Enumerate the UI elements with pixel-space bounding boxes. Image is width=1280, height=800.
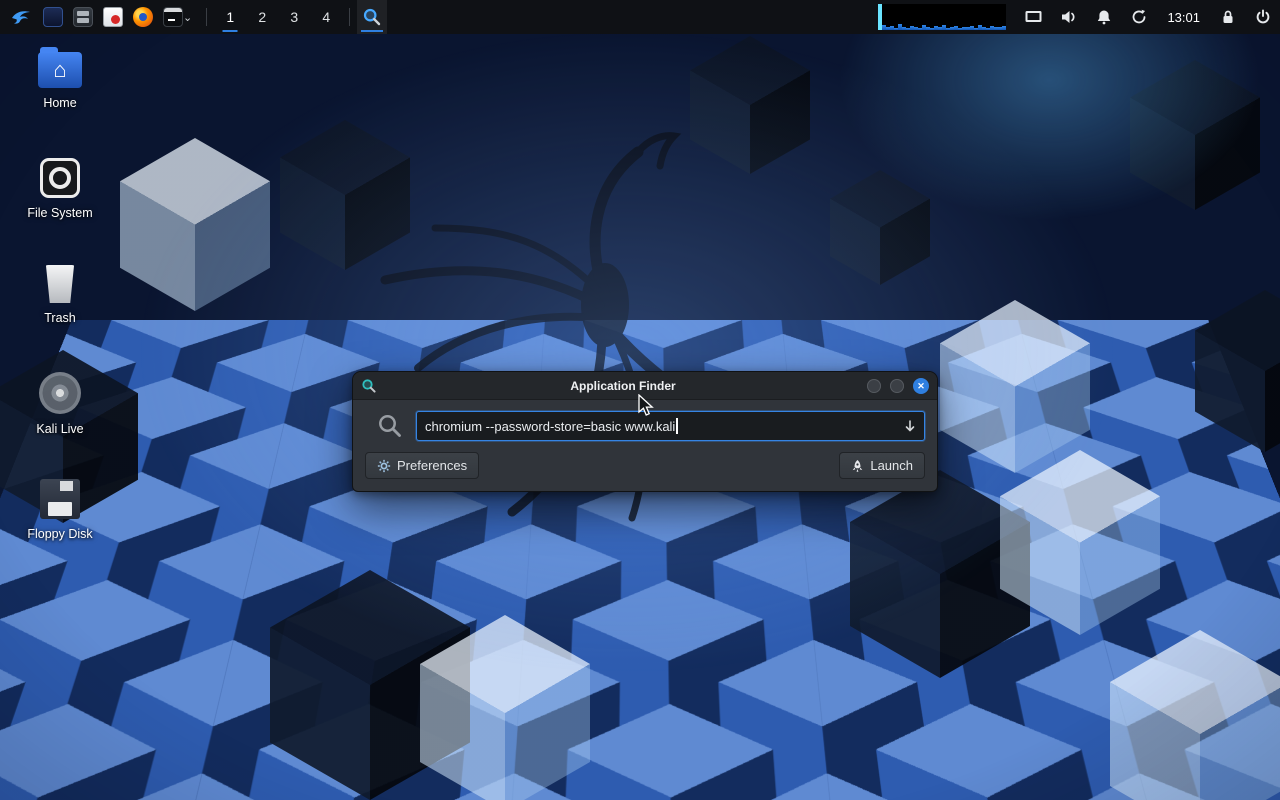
trash-icon	[44, 265, 76, 303]
launch-icon	[851, 459, 864, 473]
workspace-button-1[interactable]: 1	[214, 0, 246, 34]
bell-icon	[1095, 8, 1113, 26]
firefox-icon	[133, 7, 153, 27]
launch-button[interactable]: Launch	[839, 452, 925, 479]
volume-tray-button[interactable]	[1060, 0, 1078, 34]
window-app-icon	[43, 7, 63, 27]
gear-icon	[377, 459, 391, 473]
updates-tray-button[interactable]	[1130, 0, 1148, 34]
window-title: Application Finder	[379, 379, 867, 393]
volume-icon	[1060, 8, 1078, 26]
launcher-text-editor[interactable]	[98, 0, 128, 34]
lock-icon	[1219, 8, 1237, 26]
cpu-bar	[1002, 26, 1006, 30]
launcher-terminal[interactable]: ⌄	[158, 0, 199, 34]
application-finder-window: Application Finder ✕ chromium --password…	[352, 371, 938, 492]
home-folder-icon: ⌂	[38, 52, 82, 88]
taskbar-application-finder[interactable]	[357, 0, 387, 34]
chevron-down-icon: ⌄	[183, 11, 194, 24]
maximize-button[interactable]	[890, 379, 904, 393]
display-icon	[1024, 8, 1043, 26]
desktop-icon-label: Home	[43, 96, 76, 110]
workspace-button-4[interactable]: 4	[310, 0, 342, 34]
workspace-switcher: 1 2 3 4	[214, 0, 342, 34]
power-tray-button[interactable]	[1254, 0, 1272, 34]
command-input[interactable]: chromium --password-store=basic www.kali	[416, 411, 925, 441]
desktop-icon-floppy-disk[interactable]: Floppy Disk	[8, 479, 112, 541]
floppy-icon	[40, 479, 80, 519]
desktop-icon-home[interactable]: ⌂ Home	[8, 52, 112, 110]
system-tray: 13:01	[1024, 0, 1272, 34]
text-caret	[676, 418, 678, 434]
workspace-button-2[interactable]: 2	[246, 0, 278, 34]
desktop-icon-trash[interactable]: Trash	[8, 265, 112, 325]
command-text: chromium --password-store=basic www.kali	[425, 419, 675, 434]
desktop-icon-label: Kali Live	[36, 422, 83, 436]
display-tray-button[interactable]	[1024, 0, 1043, 34]
wallpaper-cube	[1130, 60, 1260, 210]
disc-icon	[39, 372, 81, 414]
refresh-icon	[1130, 8, 1148, 26]
close-button[interactable]: ✕	[913, 378, 929, 394]
terminal-icon	[163, 7, 183, 27]
wallpaper-cube	[120, 138, 270, 311]
launch-label: Launch	[870, 458, 913, 473]
desktop-icon-label: File System	[27, 206, 92, 220]
desktop-icon-label: Floppy Disk	[27, 527, 92, 541]
desktop-icon-kali-live[interactable]: Kali Live	[8, 372, 112, 436]
desktop-icon-label: Trash	[44, 311, 76, 325]
dropdown-arrow-icon[interactable]	[901, 417, 919, 435]
titlebar[interactable]: Application Finder ✕	[353, 372, 937, 400]
kali-logo-icon	[9, 5, 33, 29]
drive-icon	[40, 158, 80, 198]
launcher-file-manager[interactable]	[68, 0, 98, 34]
panel-separator	[206, 8, 207, 26]
file-manager-icon	[73, 7, 93, 27]
workspace-button-3[interactable]: 3	[278, 0, 310, 34]
applications-menu-button[interactable]	[4, 0, 38, 34]
search-icon	[377, 413, 403, 439]
appfinder-window-icon	[361, 378, 379, 394]
preferences-label: Preferences	[397, 458, 467, 473]
minimize-button[interactable]	[867, 379, 881, 393]
lock-tray-button[interactable]	[1219, 0, 1237, 34]
panel-separator	[349, 8, 350, 26]
cpu-graph[interactable]	[878, 4, 1006, 30]
desktop-icon-file-system[interactable]: File System	[8, 158, 112, 220]
notifications-tray-button[interactable]	[1095, 0, 1113, 34]
clock[interactable]: 13:01	[1165, 10, 1202, 25]
power-icon	[1254, 8, 1272, 26]
launcher-firefox[interactable]	[128, 0, 158, 34]
magnifier-icon	[362, 7, 382, 27]
launcher-window-app[interactable]	[38, 0, 68, 34]
top-panel: ⌄ 1 2 3 4	[0, 0, 1280, 34]
text-editor-icon	[103, 7, 123, 27]
preferences-button[interactable]: Preferences	[365, 452, 479, 479]
